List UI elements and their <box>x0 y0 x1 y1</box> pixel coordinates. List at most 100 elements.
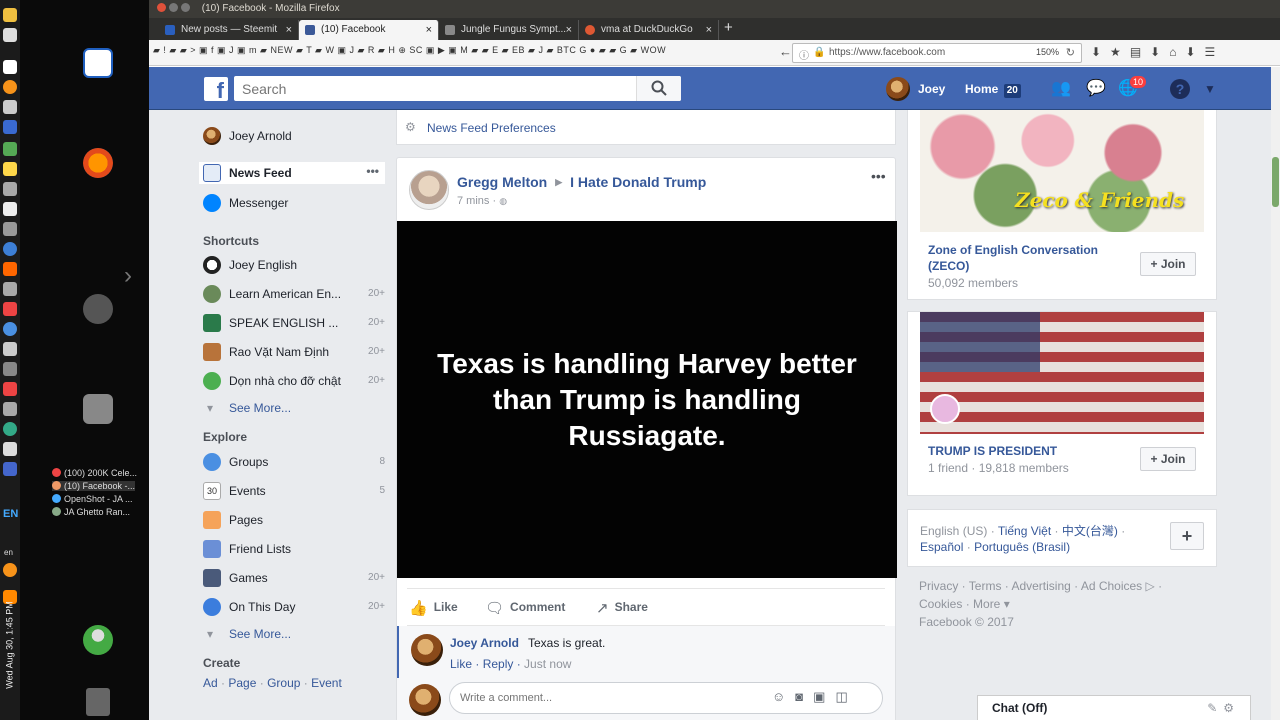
post-timestamp[interactable]: 7 mins · ◍ <box>457 195 507 207</box>
bookmarks-bar[interactable]: ▰ ! ▰ ▰ > ▣ f ▣ J ▣ m ▰ NEW ▰ T ▰ W ▣ J … <box>153 45 666 56</box>
footer-line[interactable]: Cookies · More ▾ <box>919 595 1162 613</box>
taskbar-window[interactable]: JA Ghetto Ran... <box>52 507 130 517</box>
friend-requests-icon[interactable]: 👥 <box>1051 79 1071 99</box>
ubuntu-icon[interactable] <box>83 294 113 324</box>
sidebar-item-news-feed[interactable]: News Feed ••• <box>199 162 385 184</box>
taskbar-window[interactable]: (100) 200K Cele... <box>52 468 137 478</box>
close-window-button[interactable] <box>157 3 166 12</box>
reload-icon[interactable]: ↻ <box>1066 46 1075 59</box>
sidebar-item-on-this-day[interactable]: On This Day 20+ <box>199 596 385 618</box>
home-link[interactable]: Home 20 <box>965 76 1021 102</box>
sidebar-item-games[interactable]: Games 20+ <box>199 567 385 589</box>
emoji-icon[interactable]: ☺ <box>772 689 795 704</box>
group-name-link[interactable]: I Hate Donald Trump <box>570 174 706 190</box>
group-name-link[interactable]: Zone of English Conversation (ZECO) <box>928 242 1128 274</box>
bitcoin-icon[interactable] <box>3 563 17 577</box>
sidebar-item-messenger[interactable]: Messenger <box>199 192 385 214</box>
app-icon[interactable] <box>3 182 17 196</box>
language-link[interactable]: 中文(台灣) <box>1062 524 1118 538</box>
toolbar-icons[interactable]: ⬇★▤⬇⌂⬇☰ <box>1091 45 1224 59</box>
profile-link[interactable]: Joey <box>886 76 945 102</box>
app-icon[interactable] <box>3 282 17 296</box>
new-tab-button[interactable]: + <box>724 19 733 36</box>
footer-line[interactable]: Privacy · Terms · Advertising · Ad Choic… <box>919 577 1162 595</box>
app-icon[interactable] <box>3 442 17 456</box>
app-icon[interactable] <box>3 382 17 396</box>
group-cover-image[interactable] <box>920 312 1204 434</box>
tab-jungle-fungus[interactable]: Jungle Fungus Sympt... × <box>439 20 579 40</box>
author-avatar[interactable] <box>409 170 449 210</box>
scrollbar-thumb[interactable] <box>1272 157 1279 207</box>
page-scrollbar[interactable] <box>1271 67 1280 720</box>
app-icon[interactable] <box>3 28 17 42</box>
shortcut-item[interactable]: SPEAK ENGLISH ... 20+ <box>199 312 385 334</box>
sidebar-item-groups[interactable]: Groups 8 <box>199 451 385 473</box>
bitcoin-icon[interactable] <box>3 80 17 94</box>
comment-button[interactable]: 🗨 Comment <box>485 599 565 617</box>
see-more-shortcuts-link[interactable]: See More... <box>203 401 291 415</box>
system-clock[interactable]: Wed Aug 30, 1:45 PM <box>5 601 15 688</box>
close-tab-icon[interactable]: × <box>286 20 292 40</box>
app-icon[interactable] <box>3 142 17 156</box>
tab-facebook[interactable]: (10) Facebook × <box>299 20 439 40</box>
tab-steemit[interactable]: New posts — Steemit × <box>159 20 299 40</box>
sidebar-item-pages[interactable]: Pages <box>199 509 385 531</box>
language-link[interactable]: Português (Brasil) <box>974 540 1070 554</box>
back-arrow-icon[interactable]: ← <box>779 44 792 59</box>
archive-icon[interactable] <box>83 394 113 424</box>
shortcut-item[interactable]: Joey English <box>199 254 385 276</box>
comment-author-link[interactable]: Joey Arnold <box>450 636 519 650</box>
app-icon[interactable] <box>3 262 17 276</box>
like-button[interactable]: 👍 Like <box>409 599 458 617</box>
comment-like-link[interactable]: Like <box>450 657 472 671</box>
sticker-icon[interactable]: ◫ <box>835 689 857 704</box>
chevron-right-icon[interactable]: › <box>124 262 132 290</box>
help-icon[interactable]: ? <box>1170 79 1190 99</box>
app-icon[interactable] <box>3 422 17 436</box>
language-link[interactable]: Tiếng Việt <box>998 524 1051 538</box>
shortcut-item[interactable]: Rao Vặt Nam Định 20+ <box>199 341 385 363</box>
share-button[interactable]: ↗ Share <box>596 599 648 617</box>
maximize-window-button[interactable] <box>181 3 190 12</box>
app-icon[interactable] <box>3 222 17 236</box>
search-button[interactable] <box>636 76 681 101</box>
camera-icon[interactable]: ◙ <box>795 689 813 704</box>
app-icon[interactable] <box>3 120 17 134</box>
document-icon[interactable] <box>83 48 113 78</box>
info-icon[interactable]: ⓘ <box>799 47 809 62</box>
app-icon[interactable] <box>3 100 17 114</box>
see-more-explore-link[interactable]: See More... <box>203 627 291 641</box>
app-icon[interactable] <box>3 60 17 74</box>
profile-link[interactable]: Joey Arnold <box>199 125 385 147</box>
more-languages-button[interactable]: + <box>1170 522 1204 550</box>
messenger-icon[interactable]: 💬 <box>1086 79 1106 99</box>
create-ad-link[interactable]: Ad <box>203 676 218 690</box>
facebook-logo[interactable]: f <box>204 77 228 101</box>
sidebar-item-friend-lists[interactable]: Friend Lists <box>199 538 385 560</box>
join-group-button[interactable]: + Join <box>1140 252 1196 276</box>
more-options-icon[interactable]: ••• <box>366 160 379 182</box>
zoom-level[interactable]: 150% <box>1036 47 1059 57</box>
author-name-link[interactable]: Gregg Melton <box>457 174 547 190</box>
app-icon[interactable] <box>3 8 17 22</box>
app-icon[interactable] <box>3 302 17 316</box>
language-link[interactable]: Español <box>920 540 963 554</box>
close-tab-icon[interactable]: × <box>566 20 572 40</box>
create-page-link[interactable]: Page <box>228 676 256 690</box>
chat-sidebar-toggle[interactable]: Chat (Off) ✎⚙ <box>977 695 1251 720</box>
tab-duckduckgo[interactable]: vma at DuckDuckGo × <box>579 20 719 40</box>
app-icon[interactable] <box>3 162 17 176</box>
chat-options-icons[interactable]: ✎⚙ <box>1207 696 1240 720</box>
search-input[interactable] <box>234 76 681 101</box>
shortcut-item[interactable]: Dọn nhà cho đỡ chật 20+ <box>199 370 385 392</box>
post-image[interactable]: Texas is handling Harvey better than Tru… <box>397 221 897 578</box>
comment-reply-link[interactable]: Reply <box>483 657 514 671</box>
url-bar[interactable]: ⓘ 🔒 https://www.facebook.com 150% ↻ <box>792 43 1082 63</box>
app-icon[interactable] <box>3 362 17 376</box>
join-group-button[interactable]: + Join <box>1140 447 1196 471</box>
create-group-link[interactable]: Group <box>267 676 300 690</box>
firefox-icon[interactable] <box>83 148 113 178</box>
user-icon[interactable] <box>83 625 113 655</box>
gif-icon[interactable]: ▣ <box>813 689 835 704</box>
app-icon[interactable] <box>3 462 17 476</box>
